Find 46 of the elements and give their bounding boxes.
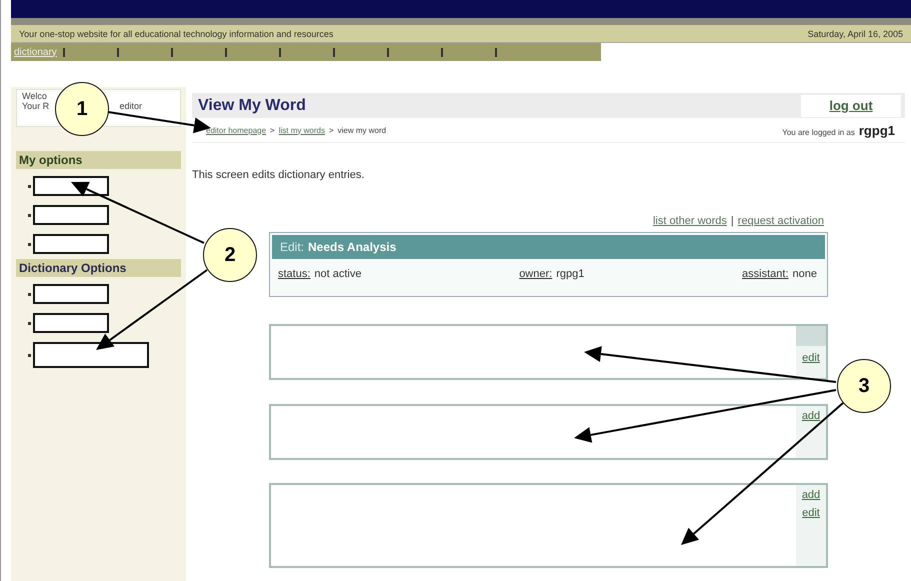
menu-item-placeholder[interactable] xyxy=(33,284,109,304)
link-separator: | xyxy=(730,215,734,227)
menu-item-placeholder[interactable] xyxy=(33,342,149,368)
tagline: Your one-stop website for all educational technology information and resources xyxy=(19,28,334,38)
action-link[interactable]: list other words xyxy=(652,215,727,227)
callout-marker: 2 xyxy=(203,228,257,282)
entry-link[interactable]: edit xyxy=(802,507,820,519)
intro-text: This screen edits dictionary entries. xyxy=(192,169,366,181)
breadcrumb-link[interactable]: editor homepage xyxy=(206,126,266,134)
breadcrumb-separator: > xyxy=(328,126,334,134)
bullet-icon xyxy=(28,354,31,356)
bullet-icon xyxy=(28,242,31,246)
action-link[interactable]: request activation xyxy=(738,215,824,227)
bullet-icon xyxy=(28,184,31,188)
bullet-icon xyxy=(28,292,31,296)
panel-title: Needs Analysis xyxy=(308,240,396,254)
field-label: status: xyxy=(278,268,310,280)
page-title: View My Word xyxy=(198,96,306,114)
section-title: My options xyxy=(16,151,181,169)
bullet-icon xyxy=(28,322,31,324)
breadcrumb-separator: > xyxy=(270,126,275,134)
shaded-cell xyxy=(796,326,826,346)
logout-link[interactable]: log out xyxy=(801,94,901,116)
welcome-text: Welco xyxy=(22,91,47,101)
menu-item-placeholder[interactable] xyxy=(33,205,109,225)
bullet-icon xyxy=(28,214,31,216)
entry-link[interactable]: edit xyxy=(802,352,820,364)
login-status: You are logged in as xyxy=(782,128,855,136)
section-title: Dictionary Options xyxy=(16,259,181,277)
username: rgpg1 xyxy=(858,122,895,138)
welcome-text: Your R xyxy=(22,101,50,111)
field-label: owner: xyxy=(519,268,552,280)
panel-label: Edit: xyxy=(280,240,304,254)
field-value: not active xyxy=(314,268,362,280)
menu-item-placeholder[interactable] xyxy=(33,313,109,333)
field-value: rgpg1 xyxy=(556,268,584,280)
entry-link[interactable]: add xyxy=(802,489,820,501)
welcome-text: editor xyxy=(119,101,142,111)
menu-item-placeholder[interactable] xyxy=(33,234,109,254)
field-value: none xyxy=(792,268,817,280)
date: Saturday, April 16, 2005 xyxy=(808,28,903,38)
breadcrumb-link[interactable]: list my words xyxy=(278,126,325,134)
field-label: assistant: xyxy=(742,268,789,280)
callout-marker: 3 xyxy=(837,359,891,413)
entry-link[interactable]: add xyxy=(802,410,820,422)
breadcrumb-current: view my word xyxy=(338,126,386,134)
